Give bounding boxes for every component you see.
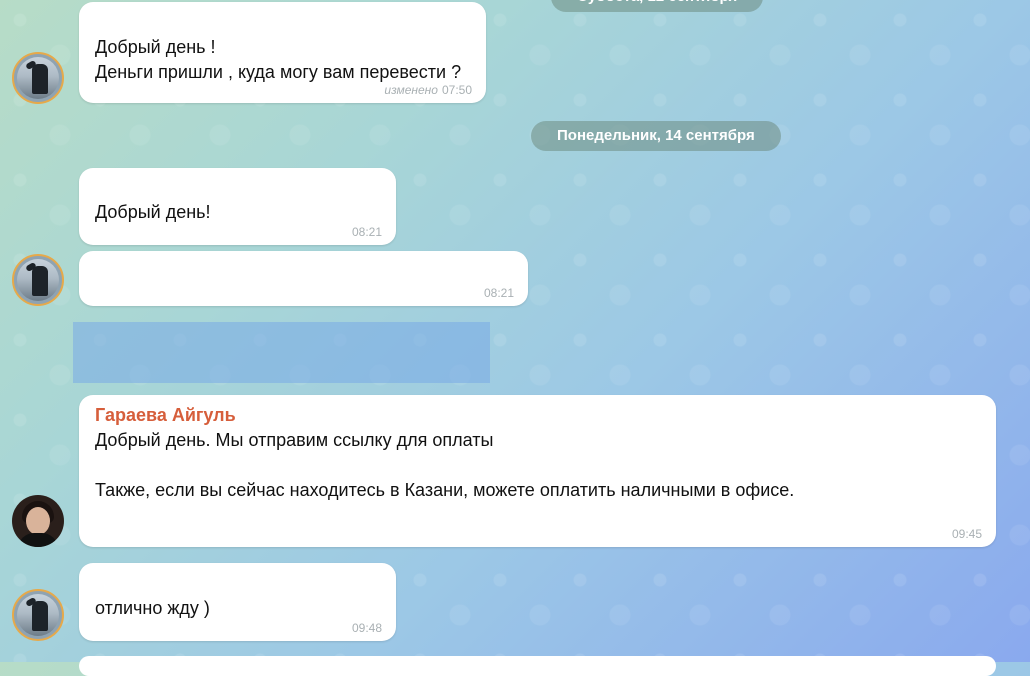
message-text-4: Добрый день. Мы отправим ссылку для опла… [95,430,795,500]
message-text-5: отлично жду ) [95,598,210,618]
sender-name[interactable]: Гараева Айгуль [95,405,236,426]
time-value: 07:50 [441,83,472,97]
message-bubble-2[interactable]: Добрый день! 08:21 [79,168,396,245]
message-bubble-3[interactable]: 08:21 [79,251,528,306]
message-bubble-partial[interactable] [79,656,996,676]
message-time-4: 09:45 [951,527,982,541]
message-time-5: 09:48 [351,621,382,635]
message-text-2: Добрый день! [95,202,211,222]
selection-highlight [73,322,490,383]
user-avatar-icon[interactable] [12,254,64,306]
user-avatar-icon[interactable] [12,589,64,641]
date-separator-monday: Понедельник, 14 сентября [531,121,781,151]
agent-avatar-icon[interactable] [12,495,64,547]
message-time-1: изменено 07:50 [384,83,472,97]
message-text-1: Добрый день ! Деньги пришли , куда могу … [95,37,462,82]
user-avatar-icon[interactable] [12,52,64,104]
message-bubble-1[interactable]: Добрый день ! Деньги пришли , куда могу … [79,2,486,103]
message-bubble-5[interactable]: отлично жду ) 09:48 [79,563,396,641]
edited-label: изменено [384,83,438,97]
message-time-3: 08:21 [483,286,514,300]
date-separator-top: Суббота, 12 сентября [551,0,764,12]
message-bubble-4[interactable]: Гараева Айгуль Добрый день. Мы отправим … [79,395,996,547]
message-time-2: 08:21 [351,225,382,239]
